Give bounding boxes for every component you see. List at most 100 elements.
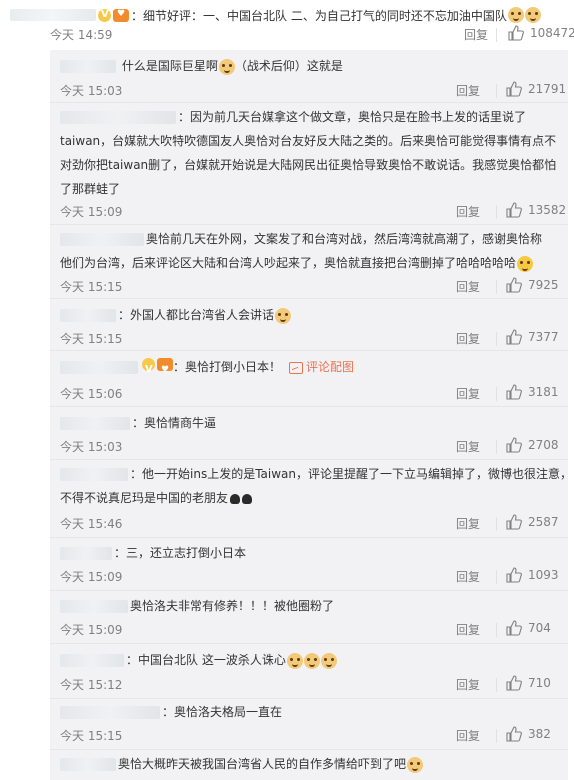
separator [50, 102, 568, 103]
image-icon [289, 361, 304, 374]
reply-time: 今天 15:12 [60, 678, 123, 692]
separator [50, 537, 568, 538]
reply-line: 什么是国际巨星啊 （战术后仰）这就是 [60, 54, 343, 78]
thumb-up-icon [506, 277, 522, 293]
thumb-up-icon [506, 567, 522, 583]
separator [50, 749, 568, 750]
separator [50, 298, 568, 299]
doge-emoji-icon [218, 58, 235, 75]
doge-emoji-icon [286, 652, 303, 669]
username-blurred[interactable] [60, 706, 160, 719]
like-count: 382 [528, 727, 551, 741]
like-count: 21791 [528, 82, 567, 96]
top-comment: ：细节好评：一、中国台北队 二、为自己打气的同时还不忘加油中国队 今天 14:5… [0, 0, 574, 44]
thumb-up-icon [506, 81, 522, 97]
laughing-emoji-icon [517, 255, 534, 272]
doge-emoji-icon [407, 756, 424, 773]
reply-button[interactable]: 回复 [456, 203, 480, 220]
thumb-up-icon [506, 675, 522, 691]
verified-badge-icon [142, 358, 155, 382]
username-blurred[interactable] [60, 309, 116, 322]
username-blurred[interactable] [60, 600, 128, 613]
reply-time: 今天 15:03 [60, 440, 123, 454]
thumb-up-icon [506, 620, 522, 636]
divider [496, 84, 497, 98]
thumb-up-icon [506, 726, 522, 742]
like-count: 2587 [528, 515, 559, 529]
reply-button[interactable]: 回复 [464, 26, 488, 43]
username-blurred[interactable] [60, 233, 144, 246]
doge-emoji-icon [303, 652, 320, 669]
like-count: 710 [528, 676, 551, 690]
reply-button[interactable]: 回复 [456, 330, 480, 347]
like-button[interactable]: 21791 [506, 81, 566, 97]
username-blurred[interactable] [60, 547, 112, 560]
like-count: 108472 [530, 26, 574, 40]
divider [496, 28, 497, 42]
like-button[interactable]: 1093 [506, 567, 559, 583]
thumb-up-icon [506, 329, 522, 345]
reply-button[interactable]: 回复 [456, 568, 480, 585]
reply-time: 今天 15:03 [60, 84, 123, 98]
username-blurred[interactable] [60, 417, 130, 430]
like-count: 1093 [528, 568, 559, 582]
divider [496, 623, 497, 637]
like-count: 7377 [528, 330, 559, 344]
separator [50, 698, 568, 699]
separator [50, 350, 568, 351]
like-button[interactable]: 108472 [508, 25, 574, 41]
thumb-up-icon [508, 25, 524, 41]
username-blurred[interactable] [60, 654, 124, 667]
like-button[interactable]: 3181 [506, 384, 559, 400]
divider [496, 678, 497, 692]
divider [496, 387, 497, 401]
clap-emoji-icon [230, 493, 241, 504]
username-blurred[interactable] [60, 60, 116, 73]
like-button[interactable]: 7377 [506, 329, 559, 345]
reply-button[interactable]: 回复 [456, 621, 480, 638]
reply-button[interactable]: 回复 [456, 676, 480, 693]
vip-badge-icon [113, 8, 129, 22]
like-button[interactable]: 2587 [506, 514, 559, 530]
username-blurred[interactable] [60, 468, 128, 481]
view-comment-image-link[interactable]: 评论配图 [306, 360, 354, 374]
username-blurred[interactable] [60, 111, 176, 124]
like-button[interactable]: 2708 [506, 437, 559, 453]
like-button[interactable]: 7925 [506, 277, 559, 293]
reply-time: 今天 15:09 [60, 623, 123, 637]
doge-emoji-icon [275, 307, 292, 324]
reply-button[interactable]: 回复 [456, 278, 480, 295]
separator [50, 459, 568, 460]
separator [50, 590, 568, 591]
divider [496, 280, 497, 294]
reply-time: 今天 15:15 [60, 729, 123, 743]
like-button[interactable]: 13582 [506, 202, 566, 218]
like-button[interactable]: 710 [506, 675, 551, 691]
separator [50, 406, 568, 407]
username-blurred[interactable] [60, 361, 138, 374]
like-count: 2708 [528, 438, 559, 452]
username-blurred[interactable] [60, 758, 116, 771]
like-count: 3181 [528, 385, 559, 399]
username-blurred[interactable] [10, 9, 96, 21]
reply-button[interactable]: 回复 [456, 385, 480, 402]
divider [496, 440, 497, 454]
reply-time: 今天 15:15 [60, 332, 123, 346]
like-button[interactable]: 704 [506, 620, 551, 636]
thumb-up-icon [506, 202, 522, 218]
like-button[interactable]: 382 [506, 726, 551, 742]
like-count: 7925 [528, 278, 559, 292]
thumb-up-icon [506, 514, 522, 530]
reply-button[interactable]: 回复 [456, 515, 480, 532]
doge-emoji-icon [320, 652, 337, 669]
divider [496, 205, 497, 219]
doge-emoji-icon [524, 7, 541, 23]
separator [50, 643, 568, 644]
divider [496, 729, 497, 743]
like-count: 13582 [528, 203, 567, 217]
thumb-up-icon [506, 384, 522, 400]
reply-button[interactable]: 回复 [456, 438, 480, 455]
reply-button[interactable]: 回复 [456, 727, 480, 744]
clap-emoji-icon [242, 493, 253, 504]
reply-button[interactable]: 回复 [456, 82, 480, 99]
